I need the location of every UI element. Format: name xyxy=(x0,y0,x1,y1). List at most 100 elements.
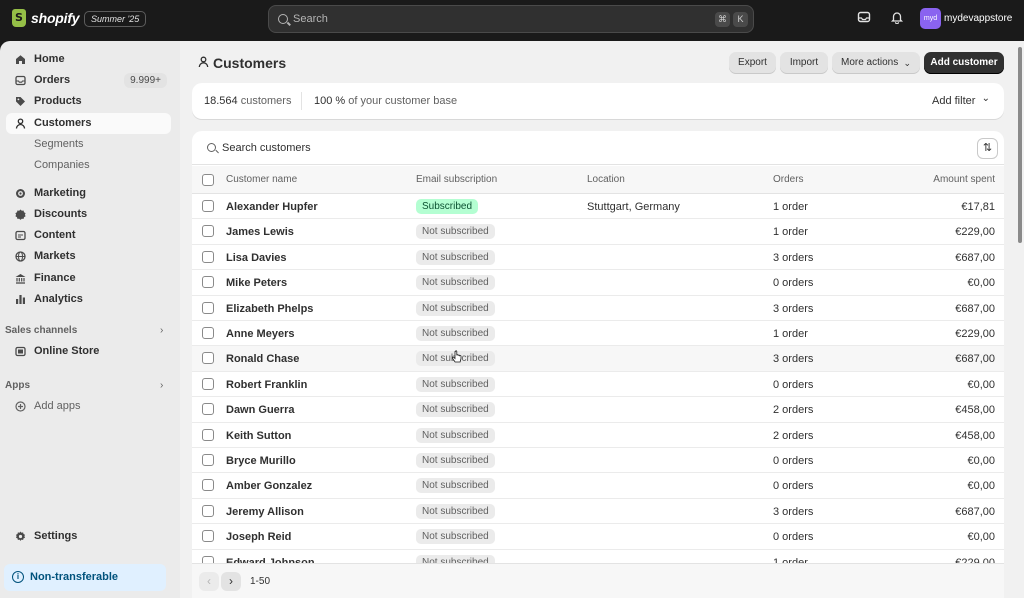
row-checkbox[interactable] xyxy=(202,454,214,466)
table-row[interactable]: Jeremy Allison Not subscribed 3 orders €687… xyxy=(192,499,1004,525)
shopify-logo[interactable]: shopify xyxy=(12,9,80,27)
row-checkbox[interactable] xyxy=(202,530,214,543)
sort-button[interactable]: ⇅ xyxy=(977,138,998,159)
store-name[interactable]: mydevappstore xyxy=(944,13,1012,24)
table-row[interactable]: Lisa Davies Not subscribed 3 orders €687,00 xyxy=(192,245,1004,271)
row-checkbox[interactable] xyxy=(202,327,214,339)
customer-name[interactable]: Alexander Hupfer xyxy=(226,201,318,213)
sidebar-item-label: Discounts xyxy=(34,208,88,220)
sidebar-item-settings[interactable]: Settings xyxy=(6,526,171,547)
sidebar-item-label: Add apps xyxy=(34,400,81,412)
sidebar-item-marketing[interactable]: Marketing xyxy=(6,183,171,204)
row-checkbox[interactable] xyxy=(202,479,214,492)
chevron-down-icon: ⌄ xyxy=(981,93,990,104)
customer-name[interactable]: James Lewis xyxy=(226,226,294,238)
customer-orders: 0 orders xyxy=(773,378,814,391)
customer-name[interactable]: Elizabeth Phelps xyxy=(226,303,313,315)
edition-badge[interactable]: Summer '25 xyxy=(84,11,147,27)
sidebar-item-segments[interactable]: Segments xyxy=(6,134,171,155)
row-checkbox[interactable] xyxy=(202,250,214,263)
sidebar-item-finance[interactable]: Finance xyxy=(6,268,171,289)
customer-name[interactable]: Jeremy Allison xyxy=(226,506,304,518)
chevron-right-icon[interactable]: › xyxy=(160,325,163,336)
sidebar-item-discounts[interactable]: Discounts xyxy=(6,204,171,225)
add-filter-button[interactable]: Add filter ⌄ xyxy=(925,90,998,112)
row-checkbox[interactable] xyxy=(202,276,214,289)
bell-icon[interactable] xyxy=(889,10,905,26)
customer-amount-spent: €17,81 xyxy=(961,201,995,213)
table-row[interactable]: Robert Franklin Not subscribed 0 orders €0,… xyxy=(192,372,1004,398)
select-all-checkbox[interactable] xyxy=(202,174,214,186)
row-checkbox[interactable] xyxy=(202,403,214,416)
sidebar-item-online-store[interactable]: Online Store xyxy=(6,341,171,362)
avatar[interactable]: myd xyxy=(920,8,941,29)
more-actions-button[interactable]: More actions ⌄ xyxy=(832,52,920,74)
table-row[interactable]: Amber Gonzalez Not subscribed 0 orders €0,0… xyxy=(192,473,1004,499)
table-row[interactable]: Bryce Murillo Not subscribed 0 orders €0,00 xyxy=(192,448,1004,474)
customer-name[interactable]: Keith Sutton xyxy=(226,430,291,442)
pagination: ‹ › 1-50 xyxy=(192,563,1004,598)
row-checkbox[interactable] xyxy=(202,428,214,441)
header-location[interactable]: Location xyxy=(587,174,625,185)
sidebar-item-label: Settings xyxy=(34,530,78,542)
sidebar-item-home[interactable]: Home xyxy=(6,49,171,70)
sales-channels-title[interactable]: Sales channels xyxy=(5,325,77,336)
table-row[interactable]: Ronald Chase Not subscribed 3 orders €687,0… xyxy=(192,346,1004,372)
subscription-badge: Subscribed xyxy=(416,199,479,214)
non-transferable-banner[interactable]: i Non-transferable xyxy=(4,564,166,591)
table-search-bar[interactable]: Search customers ⇅ xyxy=(192,131,1004,165)
sidebar-item-companies[interactable]: Companies xyxy=(6,155,171,176)
customer-name[interactable]: Joseph Reid xyxy=(226,531,291,543)
customer-name[interactable]: Ronald Chase xyxy=(226,353,299,365)
global-search[interactable]: Search ⌘ K xyxy=(268,5,754,33)
header-customer-name[interactable]: Customer name xyxy=(226,174,297,185)
inbox-icon[interactable] xyxy=(856,10,872,26)
add-customer-button[interactable]: Add customer xyxy=(924,52,1004,74)
row-checkbox[interactable] xyxy=(202,200,214,212)
customer-name[interactable]: Bryce Murillo xyxy=(226,455,296,467)
scroll-thumb[interactable] xyxy=(1018,47,1022,243)
customer-amount-spent: €0,00 xyxy=(967,531,995,544)
sidebar-item-markets[interactable]: Markets xyxy=(6,246,171,267)
customer-name[interactable]: Dawn Guerra xyxy=(226,404,294,416)
chevron-right-icon[interactable]: › xyxy=(160,380,163,391)
customer-name[interactable]: Anne Meyers xyxy=(226,328,294,340)
table-row[interactable]: Anne Meyers Not subscribed 1 order €229,00 xyxy=(192,321,1004,347)
customer-name[interactable]: Lisa Davies xyxy=(226,252,287,264)
table-row[interactable]: Elizabeth Phelps Not subscribed 3 orders €6… xyxy=(192,296,1004,321)
customer-name[interactable]: Amber Gonzalez xyxy=(226,480,312,492)
sidebar-item-analytics[interactable]: Analytics xyxy=(6,289,171,310)
sidebar-item-add-apps[interactable]: Add apps xyxy=(6,396,171,417)
prev-page-button[interactable]: ‹ xyxy=(199,572,219,591)
next-page-button[interactable]: › xyxy=(221,572,241,591)
row-checkbox[interactable] xyxy=(202,352,214,365)
customer-name[interactable]: Mike Peters xyxy=(226,277,287,289)
subscription-badge: Not subscribed xyxy=(416,376,495,392)
sidebar-item-label: Home xyxy=(34,53,65,65)
chart-icon xyxy=(15,294,26,305)
customer-name[interactable]: Robert Franklin xyxy=(226,379,307,391)
header-amount-spent[interactable]: Amount spent xyxy=(933,174,995,185)
page-scrollbar[interactable] xyxy=(1016,41,1024,598)
header-email-subscription[interactable]: Email subscription xyxy=(416,174,497,185)
row-checkbox[interactable] xyxy=(202,377,214,390)
export-button[interactable]: Export xyxy=(729,52,776,74)
table-row[interactable]: James Lewis Not subscribed 1 order €229,00 xyxy=(192,219,1004,245)
sidebar-item-content[interactable]: Content xyxy=(6,225,171,246)
table-row[interactable]: Alexander Hupfer Subscribed Stuttgart, Ger… xyxy=(192,194,1004,220)
table-row[interactable]: Joseph Reid Not subscribed 0 orders €0,00 xyxy=(192,524,1004,550)
sidebar-item-label: Companies xyxy=(34,159,90,171)
sidebar-item-orders[interactable]: Orders 9.999+ xyxy=(6,70,171,91)
table-row[interactable]: Dawn Guerra Not subscribed 2 orders €458,00 xyxy=(192,397,1004,423)
sidebar-item-customers[interactable]: Customers xyxy=(6,113,171,134)
table-row[interactable]: Mike Peters Not subscribed 0 orders €0,00 xyxy=(192,270,1004,296)
sidebar-item-products[interactable]: Products xyxy=(6,91,171,112)
header-orders[interactable]: Orders xyxy=(773,174,804,185)
row-checkbox[interactable] xyxy=(202,225,214,238)
table-row[interactable]: Keith Sutton Not subscribed 2 orders €458,0… xyxy=(192,423,1004,448)
row-checkbox[interactable] xyxy=(202,301,214,314)
row-checkbox[interactable] xyxy=(202,504,214,517)
apps-title[interactable]: Apps xyxy=(5,380,30,391)
import-button[interactable]: Import xyxy=(780,52,828,74)
table-search-input[interactable]: Search customers xyxy=(222,142,311,154)
